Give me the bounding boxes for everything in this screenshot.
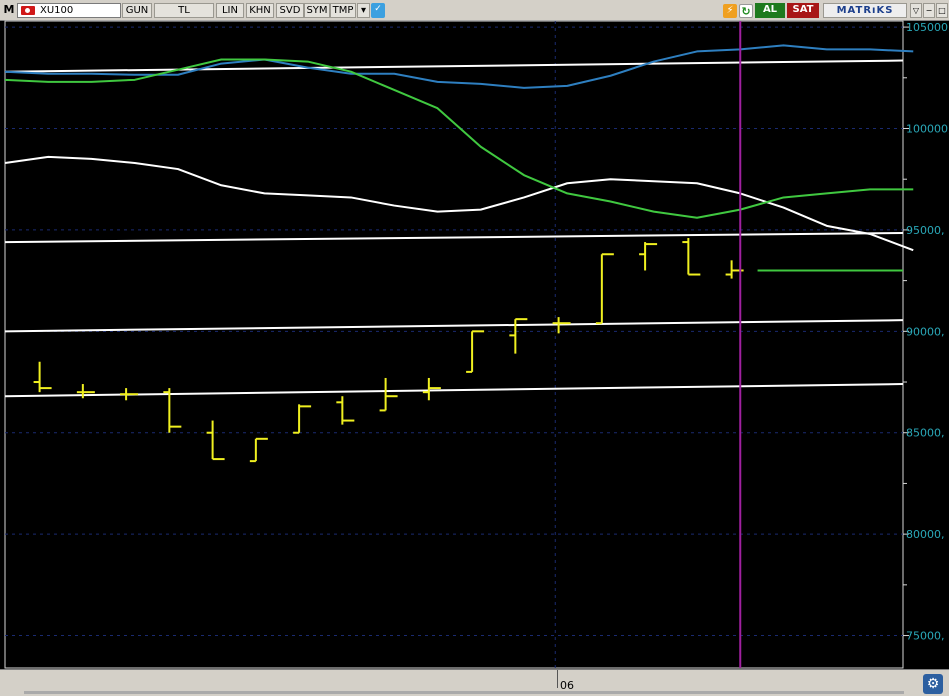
- time-axis-bar: 06 ⚙: [0, 669, 949, 696]
- y-tick-label: 75000,: [906, 630, 945, 643]
- logo-icon[interactable]: ⚙: [923, 674, 943, 694]
- y-tick-label: 80000,: [906, 528, 945, 541]
- y-tick-label: 105000,: [906, 21, 949, 34]
- plot-area: [4, 20, 904, 669]
- scrollbar[interactable]: [24, 691, 904, 694]
- y-tick-label: 100000,: [906, 122, 949, 135]
- price-chart[interactable]: 75000, 80000, 85000, 90000, 95000, 100000, 105…: [0, 0, 949, 669]
- y-tick-label: 90000,: [906, 325, 945, 338]
- y-tick-label: 95000,: [906, 224, 945, 237]
- y-tick-label: 85000,: [906, 427, 945, 440]
- x-tick-mark: [557, 670, 558, 688]
